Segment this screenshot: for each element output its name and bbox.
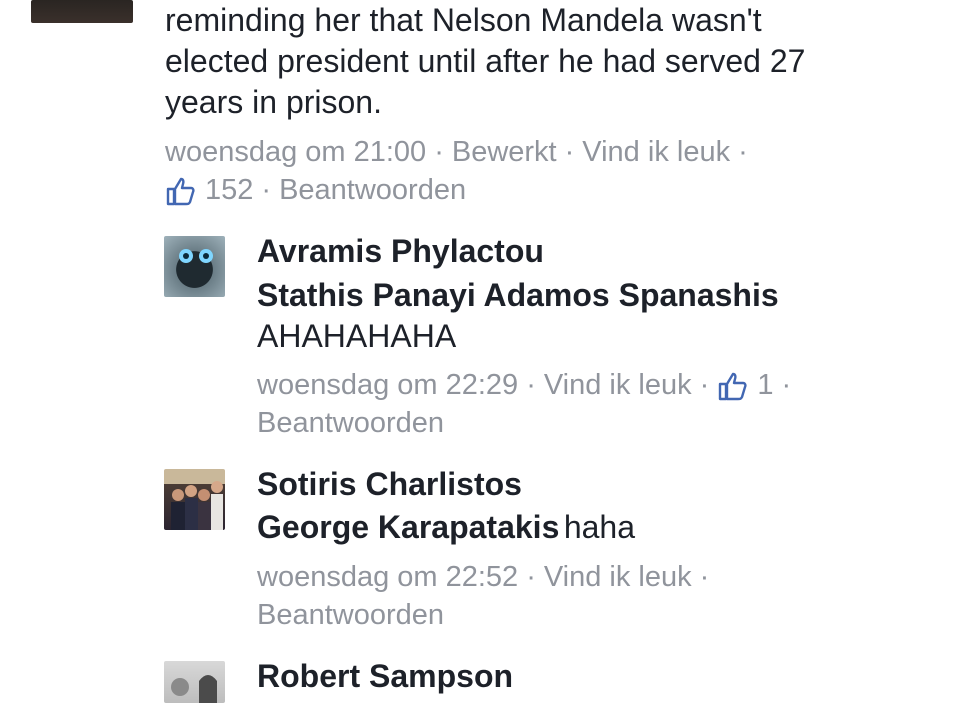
- reply-meta: woensdag om 22:29 · Vind ik leuk · 1 ·: [257, 369, 799, 402]
- like-link[interactable]: Vind ik leuk: [544, 561, 692, 594]
- like-count[interactable]: 152: [205, 174, 253, 207]
- reply-mention[interactable]: George Karapatakis: [257, 509, 559, 545]
- reply-timestamp[interactable]: woensdag om 22:29: [257, 369, 518, 402]
- like-link[interactable]: Vind ik leuk: [544, 369, 692, 402]
- avatar-sotiris[interactable]: [164, 469, 225, 530]
- avatar-avramis[interactable]: [164, 236, 225, 297]
- reply-meta-row2: Beantwoorden: [257, 599, 444, 632]
- reply-text: haha: [563, 509, 635, 545]
- separator-dot: ·: [261, 174, 272, 206]
- thumbs-up-icon[interactable]: [165, 175, 197, 207]
- thumbs-up-icon[interactable]: [717, 370, 749, 402]
- comment-meta: woensdag om 21:00 · Bewerkt · Vind ik le…: [165, 136, 756, 169]
- like-count[interactable]: 1: [757, 369, 773, 402]
- comment-meta-row2: 152 · Beantwoorden: [165, 174, 466, 207]
- reply-meta: woensdag om 22:52 · Vind ik leuk ·: [257, 561, 717, 594]
- separator-dot: ·: [781, 369, 792, 401]
- comment-body: reminding her that Nelson Mandela wasn't…: [165, 0, 805, 123]
- reply-link[interactable]: Beantwoorden: [257, 599, 444, 632]
- separator-dot: ·: [699, 561, 710, 593]
- edited-link[interactable]: Bewerkt: [452, 136, 557, 169]
- separator-dot: ·: [699, 369, 710, 401]
- reply-author[interactable]: Robert Sampson: [257, 658, 513, 695]
- reply-mention[interactable]: Stathis Panayi Adamos Spanashis: [257, 277, 779, 314]
- reply-content: George Karapatakis haha: [257, 509, 635, 546]
- avatar-top-commenter[interactable]: [31, 0, 133, 23]
- reply-author[interactable]: Avramis Phylactou: [257, 233, 544, 270]
- separator-dot: ·: [564, 136, 575, 168]
- reply-author[interactable]: Sotiris Charlistos: [257, 466, 522, 503]
- reply-timestamp[interactable]: woensdag om 22:52: [257, 561, 518, 594]
- avatar-robert[interactable]: [164, 661, 225, 703]
- reply-link[interactable]: Beantwoorden: [257, 407, 444, 440]
- comment-timestamp[interactable]: woensdag om 21:00: [165, 136, 426, 169]
- separator-dot: ·: [526, 561, 536, 593]
- comment-line: elected president until after he had ser…: [165, 43, 806, 79]
- reply-text: AHAHAHAHA: [257, 318, 457, 354]
- separator-dot: ·: [738, 136, 748, 168]
- like-link[interactable]: Vind ik leuk: [582, 136, 730, 169]
- separator-dot: ·: [434, 136, 444, 168]
- comment-line: years in prison.: [165, 84, 382, 120]
- comment-line: reminding her that Nelson Mandela wasn't: [165, 2, 762, 38]
- reply-link[interactable]: Beantwoorden: [279, 174, 466, 207]
- reply-meta-row2: Beantwoorden: [257, 407, 444, 440]
- separator-dot: ·: [526, 369, 536, 401]
